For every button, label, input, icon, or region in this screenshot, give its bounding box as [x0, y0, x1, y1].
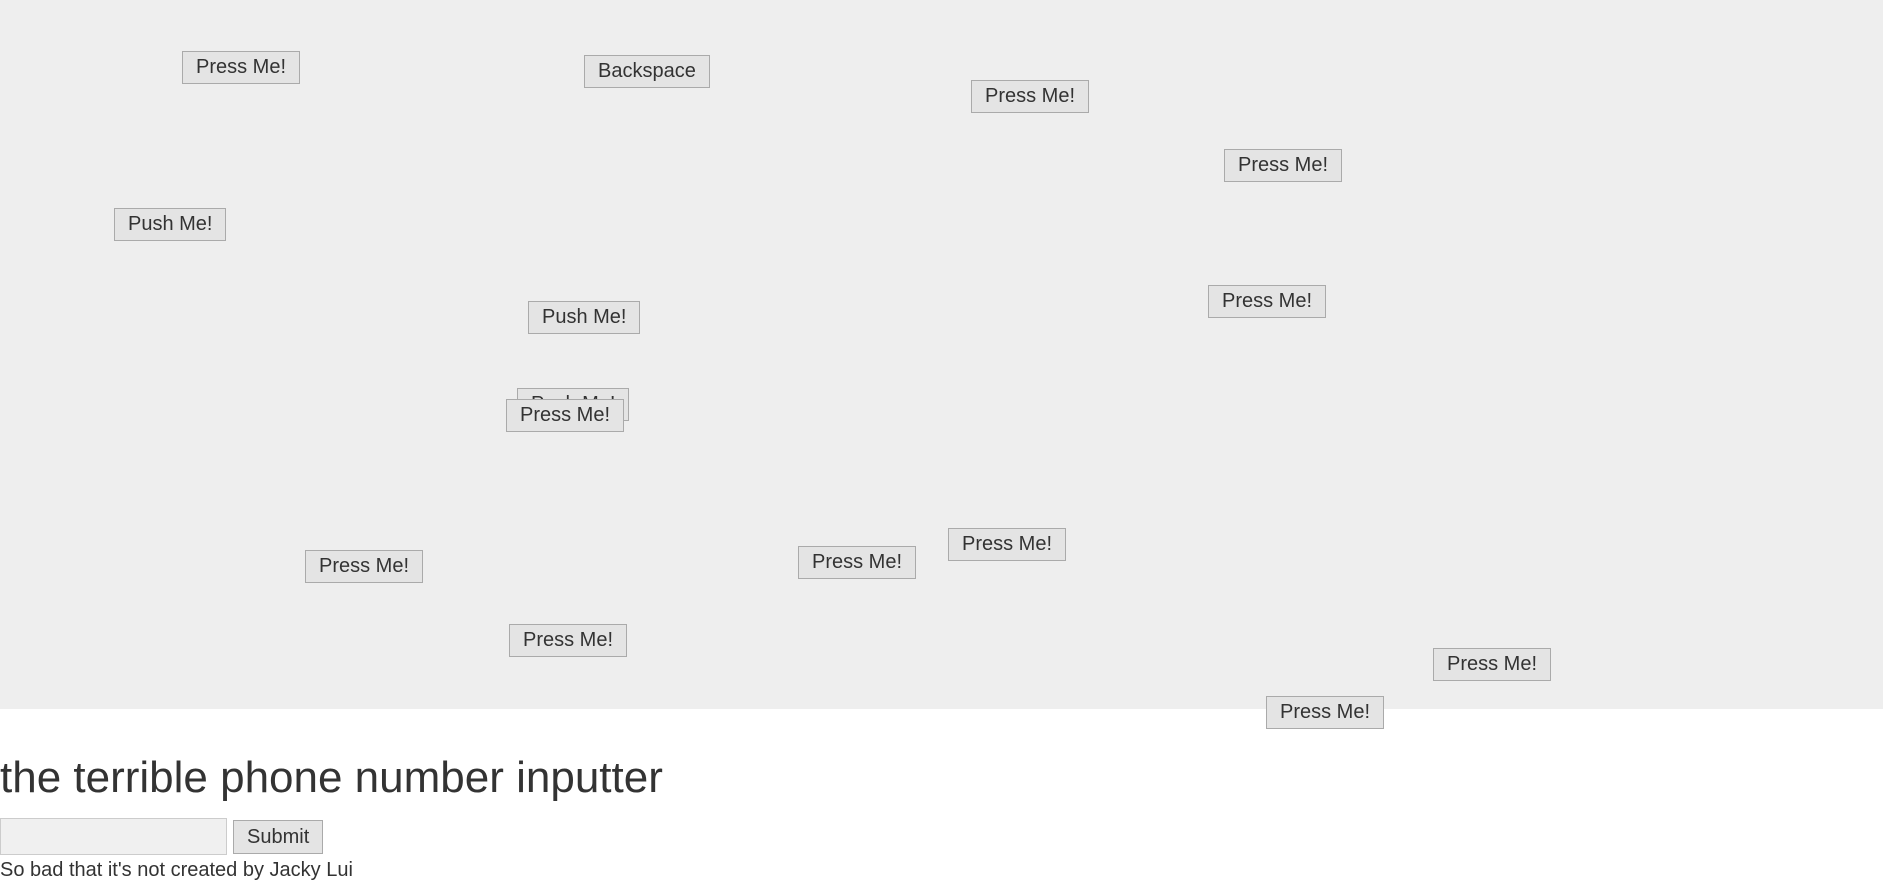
- digit-button[interactable]: Press Me!: [182, 51, 301, 84]
- digit-button[interactable]: Push Me!: [114, 208, 227, 241]
- footer-note: So bad that it's not created by Jacky Lu…: [0, 859, 353, 881]
- digit-button[interactable]: Press Me!: [1208, 285, 1327, 318]
- digit-button[interactable]: Press Me!: [798, 546, 917, 579]
- page-title: the terrible phone number inputter: [0, 753, 663, 802]
- digit-button[interactable]: Press Me!: [509, 624, 628, 657]
- digit-button[interactable]: Press Me!: [305, 550, 424, 583]
- button-playfield: Press Me! Backspace Press Me! Press Me! …: [0, 0, 1883, 729]
- phone-number-input[interactable]: [0, 818, 227, 855]
- digit-button[interactable]: Press Me!: [948, 528, 1067, 561]
- digit-button[interactable]: Press Me!: [1266, 696, 1385, 729]
- submit-button[interactable]: Submit: [233, 820, 324, 854]
- digit-button[interactable]: Press Me!: [1224, 149, 1343, 182]
- digit-button[interactable]: Press Me!: [971, 80, 1090, 113]
- digit-button[interactable]: Press Me!: [1433, 648, 1552, 681]
- backspace-button[interactable]: Backspace: [584, 55, 710, 88]
- digit-button[interactable]: Push Me!: [528, 301, 641, 334]
- digit-button[interactable]: Press Me!: [506, 399, 625, 432]
